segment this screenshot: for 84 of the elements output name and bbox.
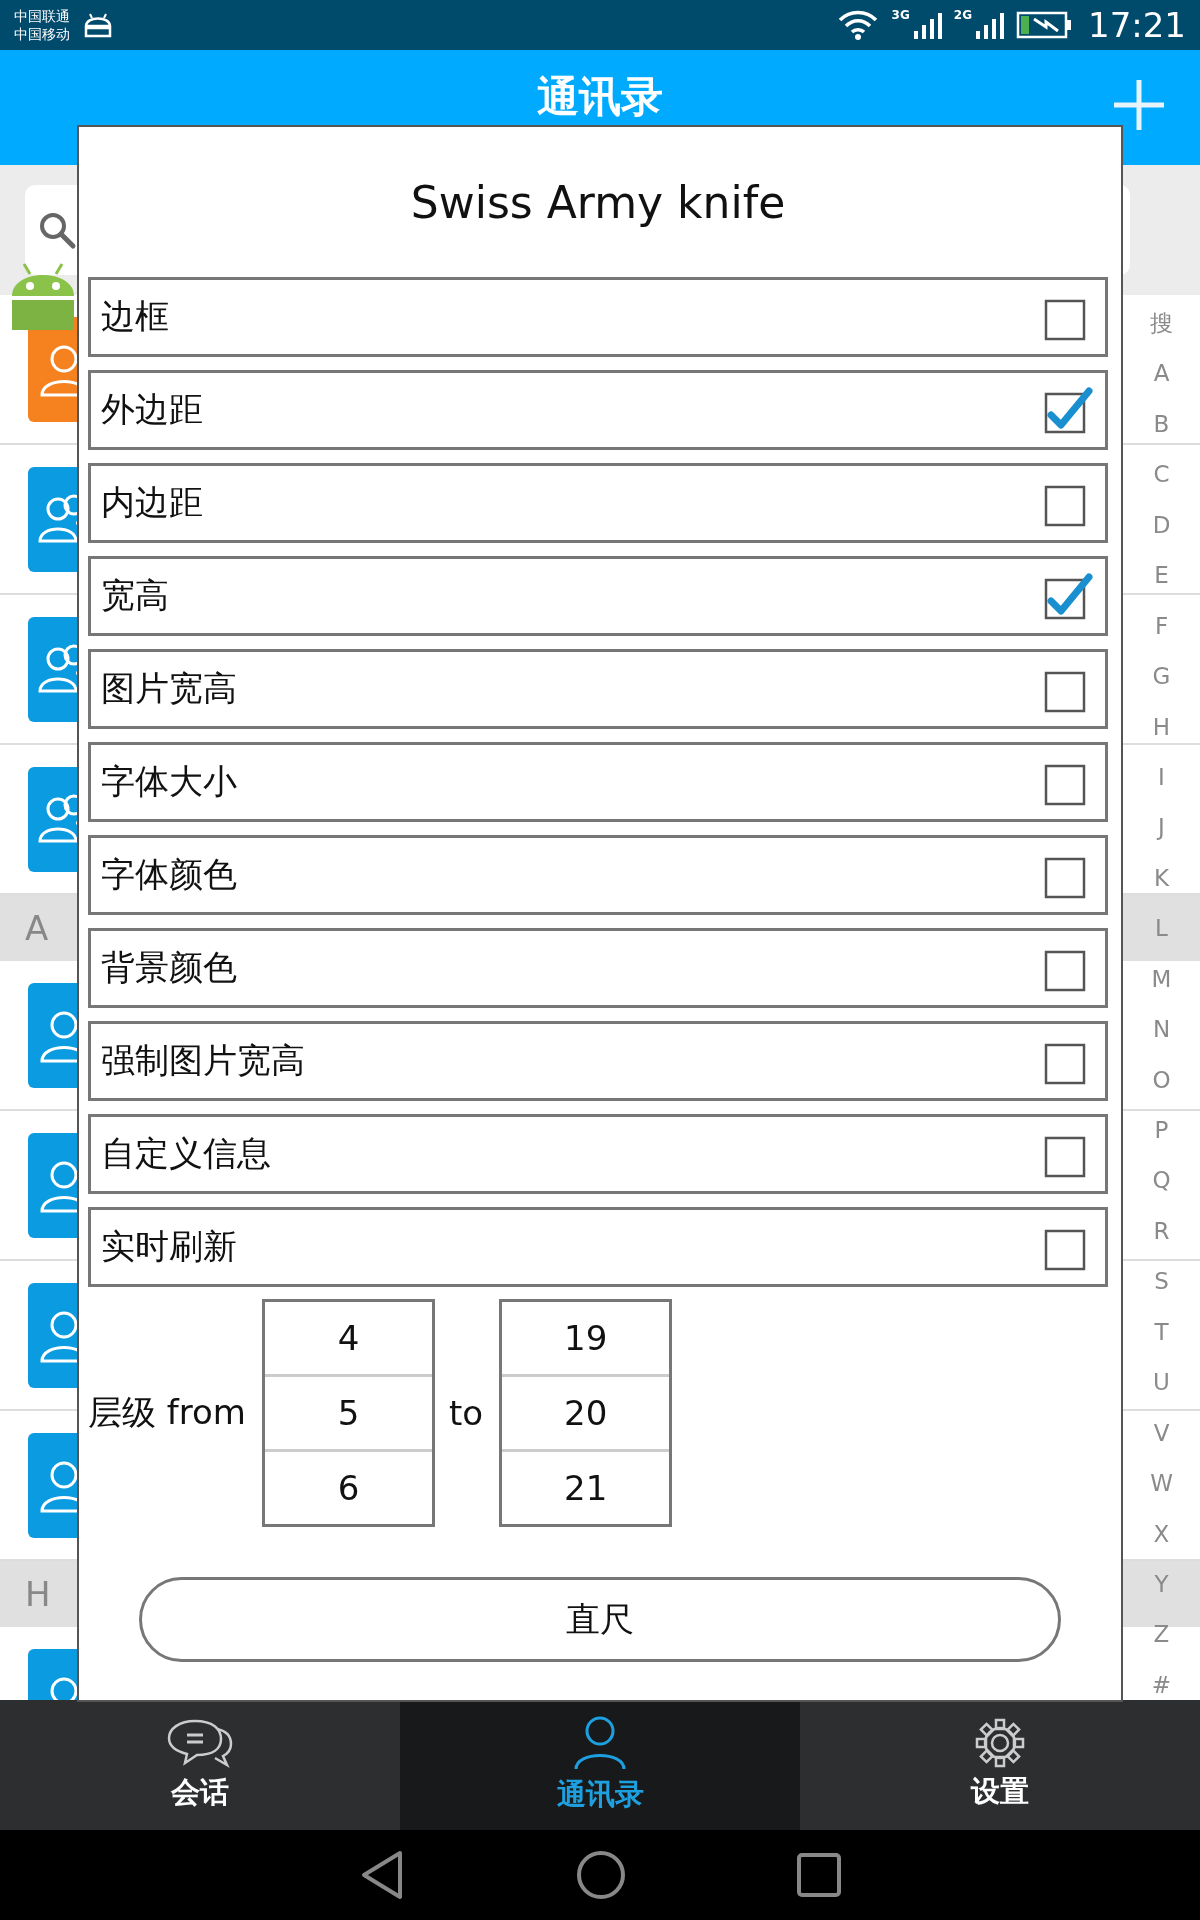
section-letter: H xyxy=(25,1574,51,1614)
number-picker[interactable]: 19 20 21 xyxy=(499,1299,673,1527)
index-letter[interactable]: # xyxy=(1151,1669,1172,1700)
index-letter[interactable]: X xyxy=(1153,1518,1170,1549)
option-label: 自定义信息 xyxy=(101,1132,271,1175)
index-letter[interactable]: H xyxy=(1152,711,1171,742)
picker-value: 19 xyxy=(563,1317,609,1360)
index-letter[interactable]: R xyxy=(1153,1215,1170,1246)
app-title: 通讯录 xyxy=(537,72,663,122)
search-icon xyxy=(37,210,77,250)
index-letter[interactable]: K xyxy=(1153,862,1170,893)
network-label: 2G xyxy=(953,8,972,22)
index-letter[interactable]: S xyxy=(1154,1266,1169,1297)
option-label: 背景颜色 xyxy=(101,946,237,989)
index-letter[interactable]: Q xyxy=(1152,1165,1171,1196)
nav-tab[interactable]: 通讯录 xyxy=(400,1700,800,1830)
battery-icon xyxy=(1016,11,1072,39)
person-icon xyxy=(572,1715,628,1771)
nav-tab[interactable]: 会话 xyxy=(0,1700,400,1830)
option-label: 字体颜色 xyxy=(101,853,237,896)
option-row[interactable]: 图片宽高 xyxy=(88,649,1108,729)
option-label: 宽高 xyxy=(101,574,169,617)
option-row[interactable]: 强制图片宽高 xyxy=(88,1021,1108,1101)
index-letter[interactable]: Y xyxy=(1154,1568,1169,1599)
carrier-name: 中国联通 xyxy=(14,7,70,25)
index-letter[interactable]: L xyxy=(1155,913,1168,944)
checkbox[interactable] xyxy=(1043,385,1093,435)
index-letter[interactable]: N xyxy=(1152,1014,1171,1045)
option-label: 实时刷新 xyxy=(101,1225,237,1268)
index-letter[interactable]: V xyxy=(1153,1417,1170,1448)
index-letter[interactable]: E xyxy=(1154,560,1169,591)
option-label: 强制图片宽高 xyxy=(101,1039,305,1082)
picker-value: 6 xyxy=(265,1449,432,1524)
option-row[interactable]: 背景颜色 xyxy=(88,928,1108,1008)
index-letter[interactable]: F xyxy=(1154,610,1169,641)
index-letter[interactable]: D xyxy=(1152,509,1171,540)
clock-time: 17:21 xyxy=(1088,5,1186,45)
picker-value: 4 xyxy=(336,1317,361,1360)
index-letter[interactable]: Z xyxy=(1153,1619,1170,1650)
signal-icon xyxy=(911,11,942,39)
nav-tab[interactable]: 设置 xyxy=(800,1700,1200,1830)
number-picker[interactable]: 4 5 6 xyxy=(262,1299,435,1527)
index-letter[interactable]: B xyxy=(1153,408,1170,439)
dialog-title: Swiss Army knife xyxy=(410,176,786,228)
range-separator: to xyxy=(449,1393,484,1433)
index-letter[interactable]: I xyxy=(1158,761,1165,792)
option-row[interactable]: 实时刷新 xyxy=(88,1207,1108,1287)
home-icon[interactable] xyxy=(576,1850,626,1900)
picker-value: 5 xyxy=(265,1374,432,1449)
index-letter[interactable]: W xyxy=(1150,1468,1173,1499)
index-letter[interactable]: T xyxy=(1154,1316,1169,1347)
index-letter[interactable]: G xyxy=(1152,661,1171,692)
option-row[interactable]: 边框 xyxy=(88,277,1108,357)
index-letter[interactable]: O xyxy=(1152,1064,1171,1095)
chat-icon xyxy=(165,1717,235,1769)
index-letter[interactable]: M xyxy=(1151,963,1172,994)
index-letter[interactable]: 搜 xyxy=(1150,308,1173,338)
index-letter[interactable]: P xyxy=(1154,1115,1169,1145)
option-row[interactable]: 自定义信息 xyxy=(88,1114,1108,1194)
picker-value: 20 xyxy=(502,1374,670,1449)
settings-icon xyxy=(975,1718,1025,1768)
index-letter[interactable]: A xyxy=(1153,358,1170,389)
option-row[interactable]: 外边距 xyxy=(88,370,1108,450)
option-row[interactable]: 宽高 xyxy=(88,556,1108,636)
index-letter[interactable]: J xyxy=(1158,812,1165,843)
index-letter[interactable]: U xyxy=(1153,1367,1170,1398)
option-row[interactable]: 内边距 xyxy=(88,463,1108,543)
ruler-button[interactable]: 直尺 xyxy=(139,1577,1061,1662)
option-label: 外边距 xyxy=(101,388,203,431)
option-label: 字体大小 xyxy=(101,760,237,803)
network-label: 3G xyxy=(891,8,910,22)
picker-value: 21 xyxy=(502,1449,670,1524)
signal-icon xyxy=(974,11,1004,39)
index-letter[interactable]: C xyxy=(1153,459,1170,490)
recents-icon[interactable] xyxy=(796,1852,842,1898)
option-row[interactable]: 字体颜色 xyxy=(88,835,1108,915)
option-label: 边框 xyxy=(101,295,169,338)
option-row[interactable]: 字体大小 xyxy=(88,742,1108,822)
option-label: 图片宽高 xyxy=(101,667,237,710)
carrier-name: 中国移动 xyxy=(14,25,70,43)
checkbox[interactable] xyxy=(1043,571,1093,621)
range-label: 层级 from xyxy=(88,1391,247,1434)
section-letter: A xyxy=(25,908,49,948)
option-label: 内边距 xyxy=(101,481,203,524)
